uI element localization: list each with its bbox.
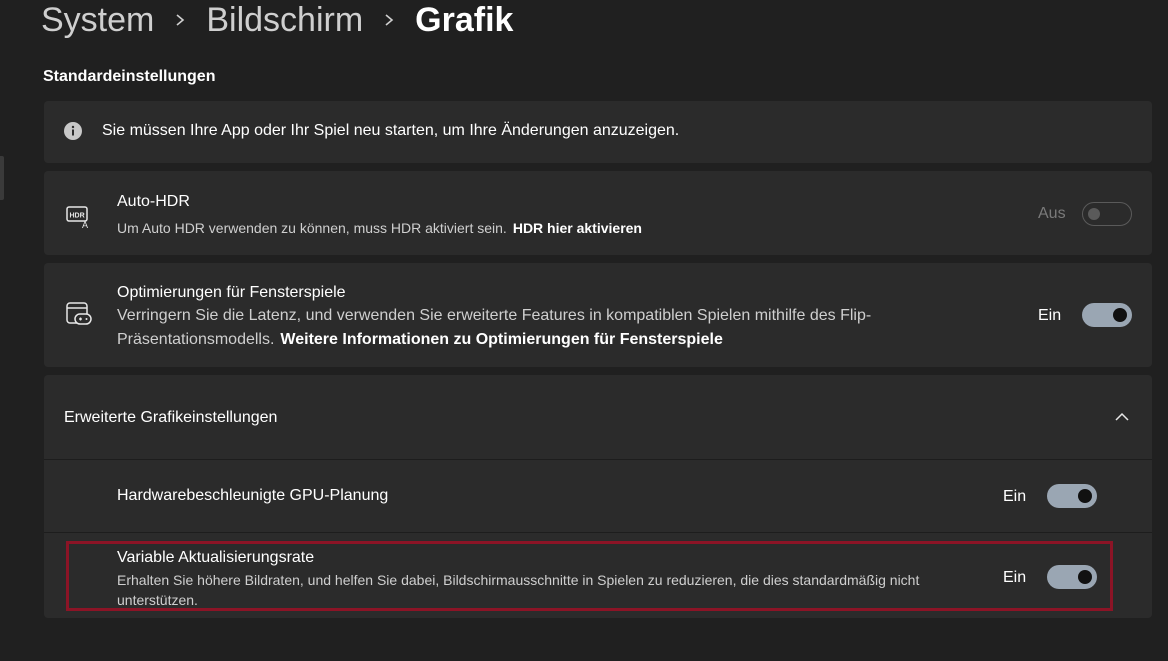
toggle-state-label: Ein [1038,307,1062,324]
setting-description: Verringern Sie die Latenz, und verwenden… [117,304,977,352]
setting-window-games: Optimierungen für Fensterspiele Verringe… [44,263,1152,367]
advanced-graphics-expander[interactable]: Erweiterte Grafikeinstellungen [44,375,1152,459]
setting-gpu-scheduling: Hardwarebeschleunigte GPU-Planung Ein [44,460,1152,532]
description-text: Um Auto HDR verwenden zu können, muss HD… [117,220,507,236]
nav-rail-indicator [0,156,4,200]
hdr-icon: HDR A [66,206,88,230]
toggle-knob [1113,308,1127,322]
info-text: Sie müssen Ihre App oder Ihr Spiel neu s… [102,122,680,139]
window-games-toggle[interactable] [1082,303,1132,327]
toggle-knob [1078,489,1092,503]
learn-more-link[interactable]: Weitere Informationen zu Optimierungen f… [280,331,722,348]
setting-title: Auto-HDR [117,193,190,210]
game-window-icon [66,302,92,325]
setting-title: Optimierungen für Fensterspiele [117,284,346,301]
setting-title: Hardwarebeschleunigte GPU-Planung [117,487,389,504]
auto-hdr-toggle[interactable] [1082,202,1132,226]
info-banner: Sie müssen Ihre App oder Ihr Spiel neu s… [44,101,1152,163]
setting-description: Um Auto HDR verwenden zu können, muss HD… [117,220,642,236]
section-label: Standardeinstellungen [43,68,216,85]
highlight-box [66,541,1113,611]
svg-text:HDR: HDR [70,213,85,220]
breadcrumb-system[interactable]: System [41,1,154,40]
gpu-scheduling-toggle[interactable] [1047,484,1097,508]
setting-auto-hdr: HDR A Auto-HDR Um Auto HDR verwenden zu … [44,171,1152,255]
expander-title: Erweiterte Grafikeinstellungen [64,409,278,426]
page-title: Grafik [415,0,514,39]
chevron-right-icon [363,13,415,27]
toggle-state-label: Ein [1003,488,1027,505]
toggle-state-label: Aus [1038,205,1066,222]
chevron-right-icon [154,13,206,27]
info-icon [64,122,82,140]
breadcrumb-bildschirm[interactable]: Bildschirm [206,1,363,40]
enable-hdr-link[interactable]: HDR hier aktivieren [513,220,642,236]
chevron-up-icon[interactable] [1114,409,1130,425]
toggle-knob [1088,207,1100,220]
svg-text:A: A [82,220,88,230]
breadcrumb: System Bildschirm Grafik [41,0,513,44]
